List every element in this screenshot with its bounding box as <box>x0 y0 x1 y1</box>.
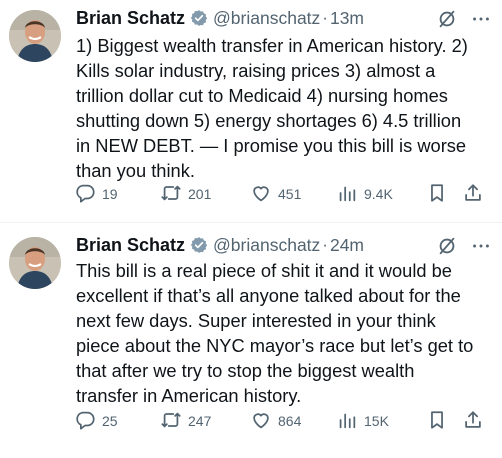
bookmark-button[interactable] <box>426 409 448 433</box>
repost-button[interactable]: 247 <box>160 409 211 433</box>
tweet-header: Brian Schatz @brianschatz · 24m <box>76 233 492 257</box>
like-icon <box>250 182 272 207</box>
author-handle[interactable]: @brianschatz <box>213 8 320 29</box>
like-button[interactable]: 451 <box>250 182 301 206</box>
reply-icon <box>74 409 96 434</box>
reply-icon <box>74 182 96 207</box>
grok-icon[interactable] <box>436 8 458 30</box>
tweet[interactable]: Brian Schatz @brianschatz · 24m This bil… <box>0 222 502 458</box>
views-icon <box>336 409 358 434</box>
bookmark-icon <box>426 409 448 434</box>
avatar[interactable] <box>9 10 61 62</box>
avatar[interactable] <box>9 237 61 289</box>
repost-count: 247 <box>188 413 212 429</box>
views-count: 9.4K <box>364 186 393 202</box>
bookmark-icon <box>426 182 448 207</box>
tweet-text: 1) Biggest wealth transfer in American h… <box>76 35 468 181</box>
repost-count: 201 <box>188 186 212 202</box>
like-icon <box>250 409 272 434</box>
verified-badge-icon <box>190 9 208 27</box>
tweet-header: Brian Schatz @brianschatz · 13m <box>76 6 492 30</box>
like-count: 451 <box>278 186 302 202</box>
views-button[interactable]: 9.4K <box>336 182 393 206</box>
timestamp[interactable]: 24m <box>330 235 364 256</box>
reply-button[interactable]: 25 <box>74 409 118 433</box>
reply-count: 19 <box>102 186 118 202</box>
share-button[interactable] <box>462 182 484 206</box>
timeline-feed: Brian Schatz @brianschatz · 13m 1) Bigge… <box>0 0 502 458</box>
dot-separator: · <box>322 235 328 254</box>
author-name[interactable]: Brian Schatz <box>76 235 185 256</box>
timestamp[interactable]: 13m <box>330 8 364 29</box>
like-count: 864 <box>278 413 302 429</box>
share-icon <box>462 182 484 207</box>
views-count: 15K <box>364 413 389 429</box>
views-icon <box>336 182 358 207</box>
repost-button[interactable]: 201 <box>160 182 211 206</box>
tweet[interactable]: Brian Schatz @brianschatz · 13m 1) Bigge… <box>0 0 502 222</box>
tweet-text: This bill is a real piece of shit it and… <box>76 260 474 406</box>
reply-button[interactable]: 19 <box>74 182 118 206</box>
repost-icon <box>160 182 182 207</box>
views-button[interactable]: 15K <box>336 409 389 433</box>
grok-icon[interactable] <box>436 235 458 257</box>
share-icon <box>462 409 484 434</box>
author-name[interactable]: Brian Schatz <box>76 8 185 29</box>
tweet-actions: 19 201 451 9.4K <box>74 182 496 206</box>
share-button[interactable] <box>462 409 484 433</box>
dot-separator: · <box>322 8 328 27</box>
tweet-actions: 25 247 864 15K <box>74 409 496 433</box>
author-handle[interactable]: @brianschatz <box>213 235 320 256</box>
like-button[interactable]: 864 <box>250 409 301 433</box>
more-icon[interactable] <box>470 8 492 30</box>
verified-badge-icon <box>190 236 208 254</box>
reply-count: 25 <box>102 413 118 429</box>
repost-icon <box>160 409 182 434</box>
more-icon[interactable] <box>470 235 492 257</box>
bookmark-button[interactable] <box>426 182 448 206</box>
